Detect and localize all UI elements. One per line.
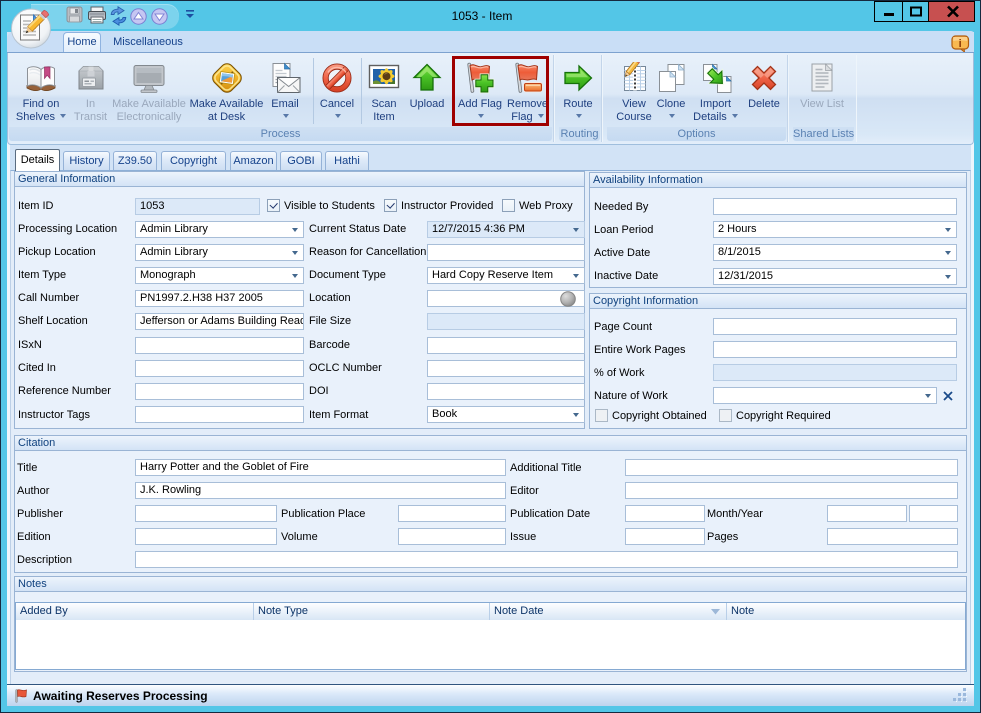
svg-text:i: i [959, 38, 962, 50]
